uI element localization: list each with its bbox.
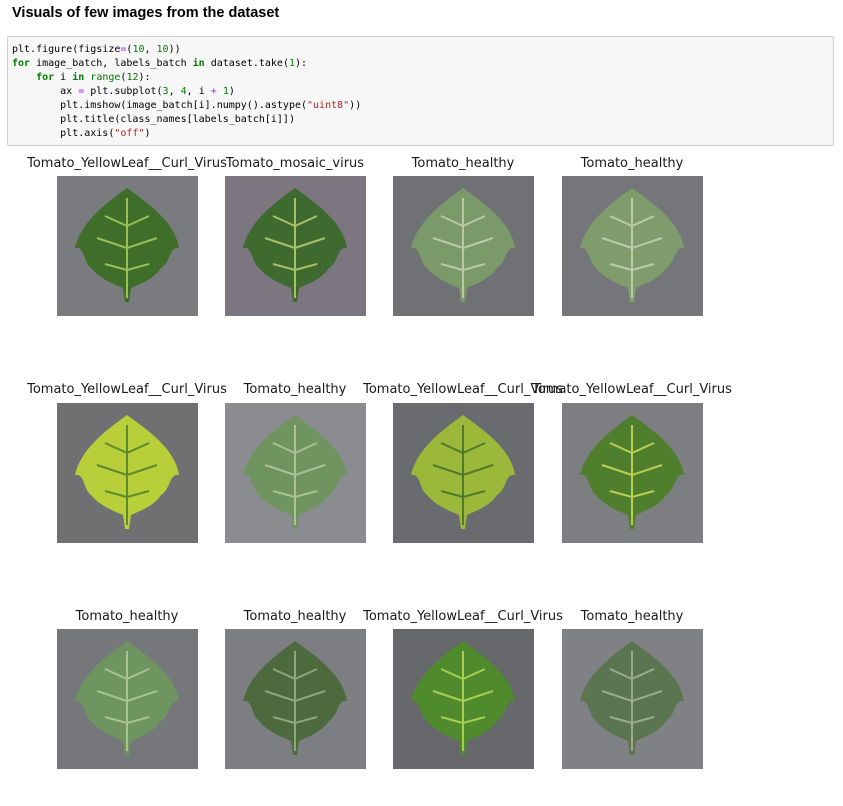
image-title: Tomato_YellowLeaf__Curl_Virus	[363, 609, 563, 624]
image-title: Tomato_YellowLeaf__Curl_Virus	[532, 382, 732, 397]
leaf-image	[392, 176, 534, 316]
code-line-5: plt.imshow(image_batch[i].numpy().astype…	[12, 100, 362, 111]
leaf-illustration	[579, 415, 684, 529]
output-figure: Tomato_YellowLeaf__Curl_Virus Tomato_mosa…	[0, 150, 843, 800]
leaf-illustration	[579, 641, 684, 755]
leaf-illustration	[74, 641, 179, 755]
leaf-image	[224, 403, 366, 543]
image-title: Tomato_YellowLeaf__Curl_Virus	[27, 156, 227, 171]
code-line-3: for i in range(12):	[36, 72, 151, 83]
leaf-image	[224, 176, 366, 316]
image-title: Tomato_YellowLeaf__Curl_Virus	[27, 382, 227, 397]
code-line-6: plt.title(class_names[labels_batch[i]])	[12, 114, 295, 125]
leaf-illustration	[410, 415, 515, 529]
leaf-image	[56, 176, 198, 316]
image-title: Tomato_healthy	[243, 609, 347, 624]
leaf-illustration	[579, 188, 684, 302]
leaf-illustration	[242, 415, 347, 529]
leaf-illustration	[410, 188, 515, 302]
leaf-illustration	[242, 641, 347, 755]
image-title: Tomato_healthy	[580, 609, 684, 624]
code-line-7: plt.axis("off")	[12, 128, 151, 139]
code-line-2: for image_batch, labels_batch in dataset…	[12, 58, 308, 69]
leaf-image	[561, 403, 703, 543]
image-title: Tomato_healthy	[411, 156, 515, 171]
leaf-image	[224, 629, 366, 769]
code-cell[interactable]: plt.figure(figsize=(10, 10)) for image_b…	[7, 36, 834, 146]
image-title: Tomato_healthy	[580, 156, 684, 171]
image-title: Tomato_healthy	[75, 609, 179, 624]
leaf-illustration	[242, 188, 347, 302]
code-editor[interactable]: plt.figure(figsize=(10, 10)) for image_b…	[8, 37, 833, 141]
code-line-1: plt.figure(figsize=(10, 10))	[12, 44, 181, 55]
leaf-image	[392, 403, 534, 543]
leaf-illustration	[410, 641, 515, 755]
leaf-image	[56, 629, 198, 769]
leaf-image	[56, 403, 198, 543]
page-title: Visuals of few images from the dataset	[12, 5, 280, 21]
leaf-image	[392, 629, 534, 769]
leaf-illustration	[74, 188, 179, 302]
leaf-image	[561, 176, 703, 316]
code-line-4: ax = plt.subplot(3, 4, i + 1)	[12, 86, 235, 97]
image-title: Tomato_healthy	[243, 382, 347, 397]
leaf-image	[561, 629, 703, 769]
image-title: Tomato_mosaic_virus	[225, 156, 365, 171]
leaf-illustration	[74, 415, 179, 529]
